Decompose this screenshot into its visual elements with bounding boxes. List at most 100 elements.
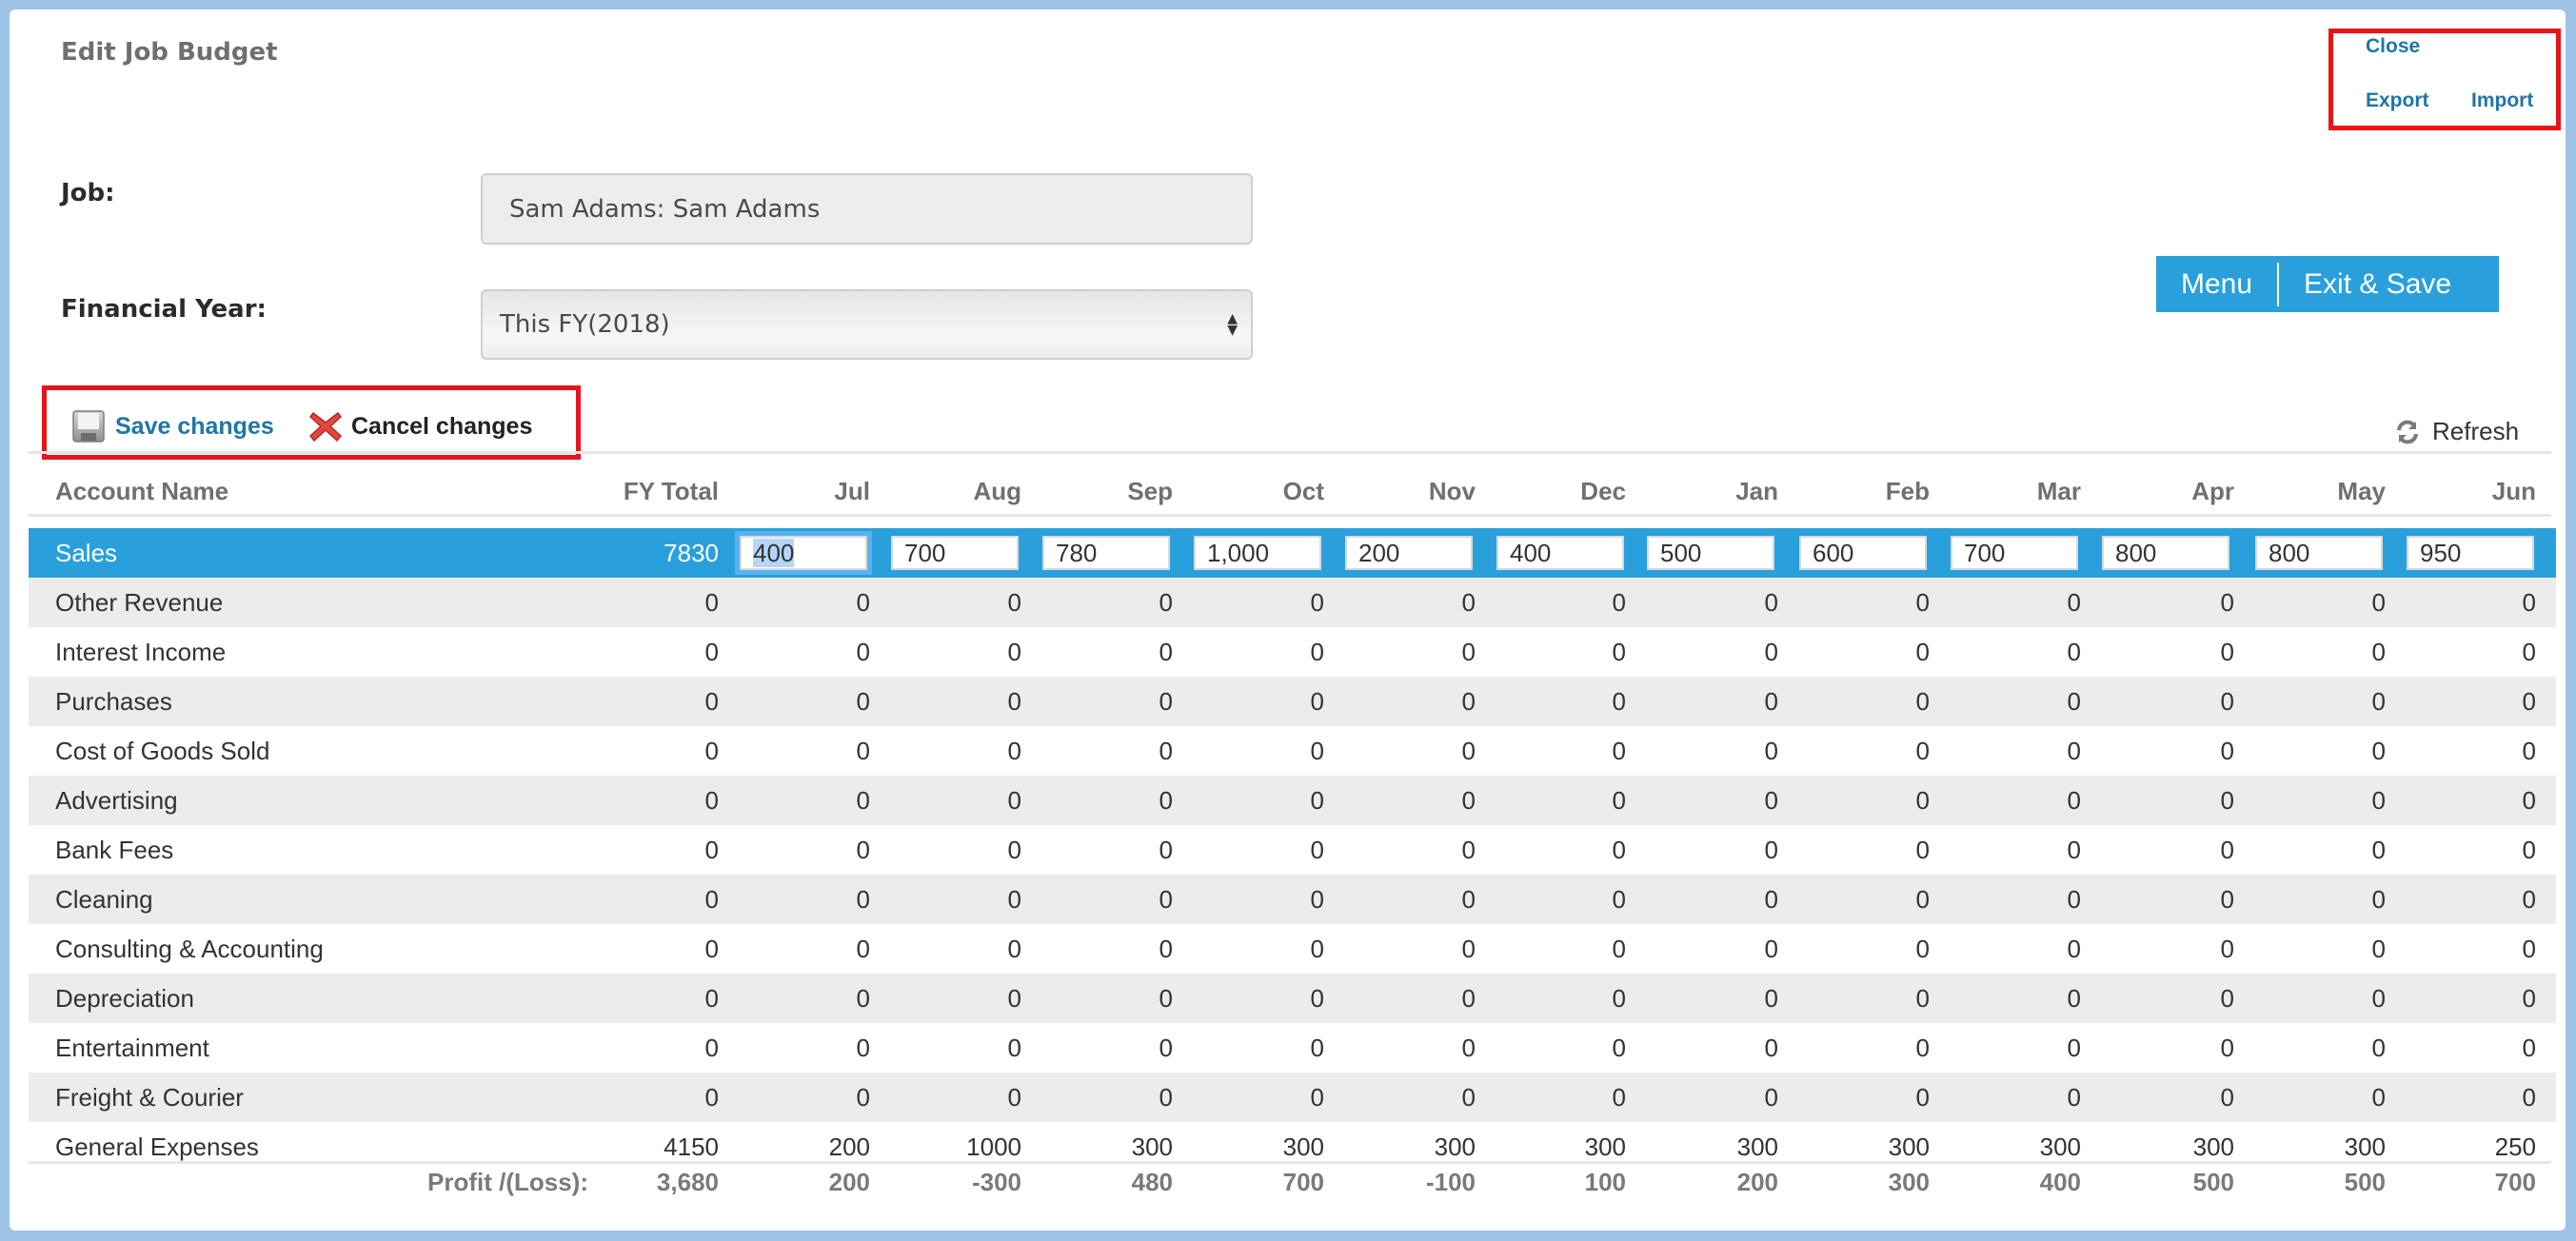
month-cell: 0 <box>1764 687 1778 716</box>
month-cell: 0 <box>1159 935 1173 963</box>
column-header-fy-total[interactable]: FY Total <box>581 466 719 516</box>
month-cell: 0 <box>2220 836 2234 864</box>
table-row[interactable]: Bank Fees 0 0 0 0 0 0 0 0 0 0 0 0 0 <box>29 825 2556 875</box>
month-cell: 0 <box>1310 786 1324 815</box>
month-input-may[interactable]: 800 <box>2255 536 2383 570</box>
month-input-aug[interactable]: 700 <box>891 536 1019 570</box>
month-input-value: 800 <box>2269 539 2310 567</box>
month-input-value: 780 <box>1056 539 1098 567</box>
job-value: Sam Adams: Sam Adams <box>509 194 821 224</box>
month-cell: 0 <box>1915 1083 1930 1112</box>
close-link[interactable]: Close <box>2366 35 2420 58</box>
column-header-sep[interactable]: Sep <box>1035 466 1173 516</box>
month-cell: 0 <box>856 836 870 864</box>
month-cell: 0 <box>2067 984 2081 1013</box>
table-row[interactable]: Other Revenue 0 0 0 0 0 0 0 0 0 0 0 0 0 <box>29 578 2556 627</box>
account-name: Entertainment <box>55 1034 209 1062</box>
cancel-changes-button[interactable]: Cancel changes <box>307 409 532 443</box>
month-cell: 0 <box>2522 836 2536 864</box>
refresh-button[interactable]: Refresh <box>2394 417 2519 446</box>
table-row[interactable]: Cost of Goods Sold 0 0 0 0 0 0 0 0 0 0 0 0 0 <box>29 726 2556 776</box>
month-cell: 0 <box>1915 588 1930 617</box>
month-input-sep[interactable]: 780 <box>1042 536 1170 570</box>
column-header-jan[interactable]: Jan <box>1640 466 1778 516</box>
month-input-jun[interactable]: 950 <box>2407 536 2534 570</box>
highlight-box-links <box>2328 29 2561 130</box>
month-cell: 0 <box>2522 786 2536 815</box>
column-header-feb[interactable]: Feb <box>1792 466 1930 516</box>
month-cell: 0 <box>1310 836 1324 864</box>
month-input-jul[interactable]: 400 <box>740 536 867 570</box>
month-cell: 0 <box>2067 786 2081 815</box>
table-row[interactable]: Interest Income 0 0 0 0 0 0 0 0 0 0 0 0 0 <box>29 627 2556 677</box>
table-row[interactable]: Cleaning 0 0 0 0 0 0 0 0 0 0 0 0 0 <box>29 875 2556 924</box>
account-name: Bank Fees <box>55 836 174 864</box>
financial-year-select[interactable]: This FY(2018) ▲ ▼ <box>481 289 1253 360</box>
month-cell: 0 <box>1007 836 1021 864</box>
table-row[interactable]: Advertising 0 0 0 0 0 0 0 0 0 0 0 0 0 <box>29 776 2556 825</box>
month-cell: 0 <box>2522 737 2536 765</box>
column-header-oct[interactable]: Oct <box>1186 466 1324 516</box>
save-changes-button[interactable]: Save changes <box>71 409 274 443</box>
month-cell: 0 <box>2067 737 2081 765</box>
month-cell: 0 <box>2220 935 2234 963</box>
table-row[interactable]: Entertainment 0 0 0 0 0 0 0 0 0 0 0 0 0 <box>29 1023 2556 1073</box>
month-input-mar[interactable]: 700 <box>1951 536 2078 570</box>
month-input-value: 600 <box>1813 539 1854 567</box>
table-row[interactable]: Consulting & Accounting 0 0 0 0 0 0 0 0 0 0 0 0 0 <box>29 924 2556 974</box>
month-cell: 0 <box>2067 1083 2081 1112</box>
month-input-jan[interactable]: 500 <box>1647 536 1774 570</box>
month-cell: 0 <box>856 984 870 1013</box>
column-header-dec[interactable]: Dec <box>1488 466 1626 516</box>
month-input-oct[interactable]: 1,000 <box>1194 536 1321 570</box>
month-input-dec[interactable]: 400 <box>1496 536 1624 570</box>
column-header-may[interactable]: May <box>2248 466 2386 516</box>
export-link[interactable]: Export <box>2366 89 2429 112</box>
month-input-feb[interactable]: 600 <box>1799 536 1927 570</box>
table-row[interactable]: Freight & Courier 0 0 0 0 0 0 0 0 0 0 0 0 0 <box>29 1073 2556 1122</box>
month-cell: 0 <box>1764 638 1778 666</box>
table-row[interactable]: Depreciation 0 0 0 0 0 0 0 0 0 0 0 0 0 <box>29 974 2556 1023</box>
profit-month-cell: 700 <box>2494 1168 2536 1196</box>
month-cell: 0 <box>1461 1083 1476 1112</box>
month-cell: 0 <box>2220 1034 2234 1062</box>
page-title: Edit Job Budget <box>61 38 278 67</box>
month-cell: 0 <box>1310 638 1324 666</box>
month-cell: 0 <box>1612 687 1626 716</box>
column-header-nov[interactable]: Nov <box>1338 466 1476 516</box>
month-cell: 0 <box>1159 885 1173 914</box>
import-link[interactable]: Import <box>2471 89 2533 112</box>
month-cell: 0 <box>856 935 870 963</box>
job-field[interactable]: Sam Adams: Sam Adams <box>481 173 1253 245</box>
month-input-nov[interactable]: 200 <box>1345 536 1473 570</box>
fy-total-cell: 7830 <box>664 539 719 567</box>
month-cell: 0 <box>1612 1083 1626 1112</box>
month-cell: 0 <box>1007 1034 1021 1062</box>
column-header-account-name[interactable]: Account Name <box>55 466 228 516</box>
month-input-apr[interactable]: 800 <box>2102 536 2229 570</box>
month-cell: 0 <box>1007 786 1021 815</box>
column-header-jul[interactable]: Jul <box>732 466 870 516</box>
exit-save-button[interactable]: Exit & Save <box>2279 268 2476 301</box>
table-row[interactable]: Sales 7830 400 700 780 1,000 200 400 500 600 700 80… <box>29 528 2556 578</box>
column-header-mar[interactable]: Mar <box>1943 466 2081 516</box>
month-input-value: 700 <box>1964 539 2006 567</box>
column-header-jun[interactable]: Jun <box>2398 466 2536 516</box>
month-cell: 0 <box>2371 1034 2386 1062</box>
account-name: Sales <box>55 539 118 567</box>
month-cell: 0 <box>1007 638 1021 666</box>
floppy-disk-icon <box>72 410 105 443</box>
table-row[interactable]: Purchases 0 0 0 0 0 0 0 0 0 0 0 0 0 <box>29 677 2556 726</box>
menu-button[interactable]: Menu <box>2156 268 2277 301</box>
column-header-aug[interactable]: Aug <box>883 466 1021 516</box>
month-cell: 0 <box>2522 1083 2536 1112</box>
month-cell: 0 <box>1159 638 1173 666</box>
month-cell: 0 <box>2371 836 2386 864</box>
month-cell: 0 <box>1915 935 1930 963</box>
month-cell: 0 <box>2522 687 2536 716</box>
fy-total-cell: 0 <box>704 836 719 864</box>
column-header-apr[interactable]: Apr <box>2096 466 2234 516</box>
refresh-icon <box>2397 420 2418 443</box>
month-cell: 0 <box>1310 687 1324 716</box>
month-cell: 0 <box>1915 737 1930 765</box>
